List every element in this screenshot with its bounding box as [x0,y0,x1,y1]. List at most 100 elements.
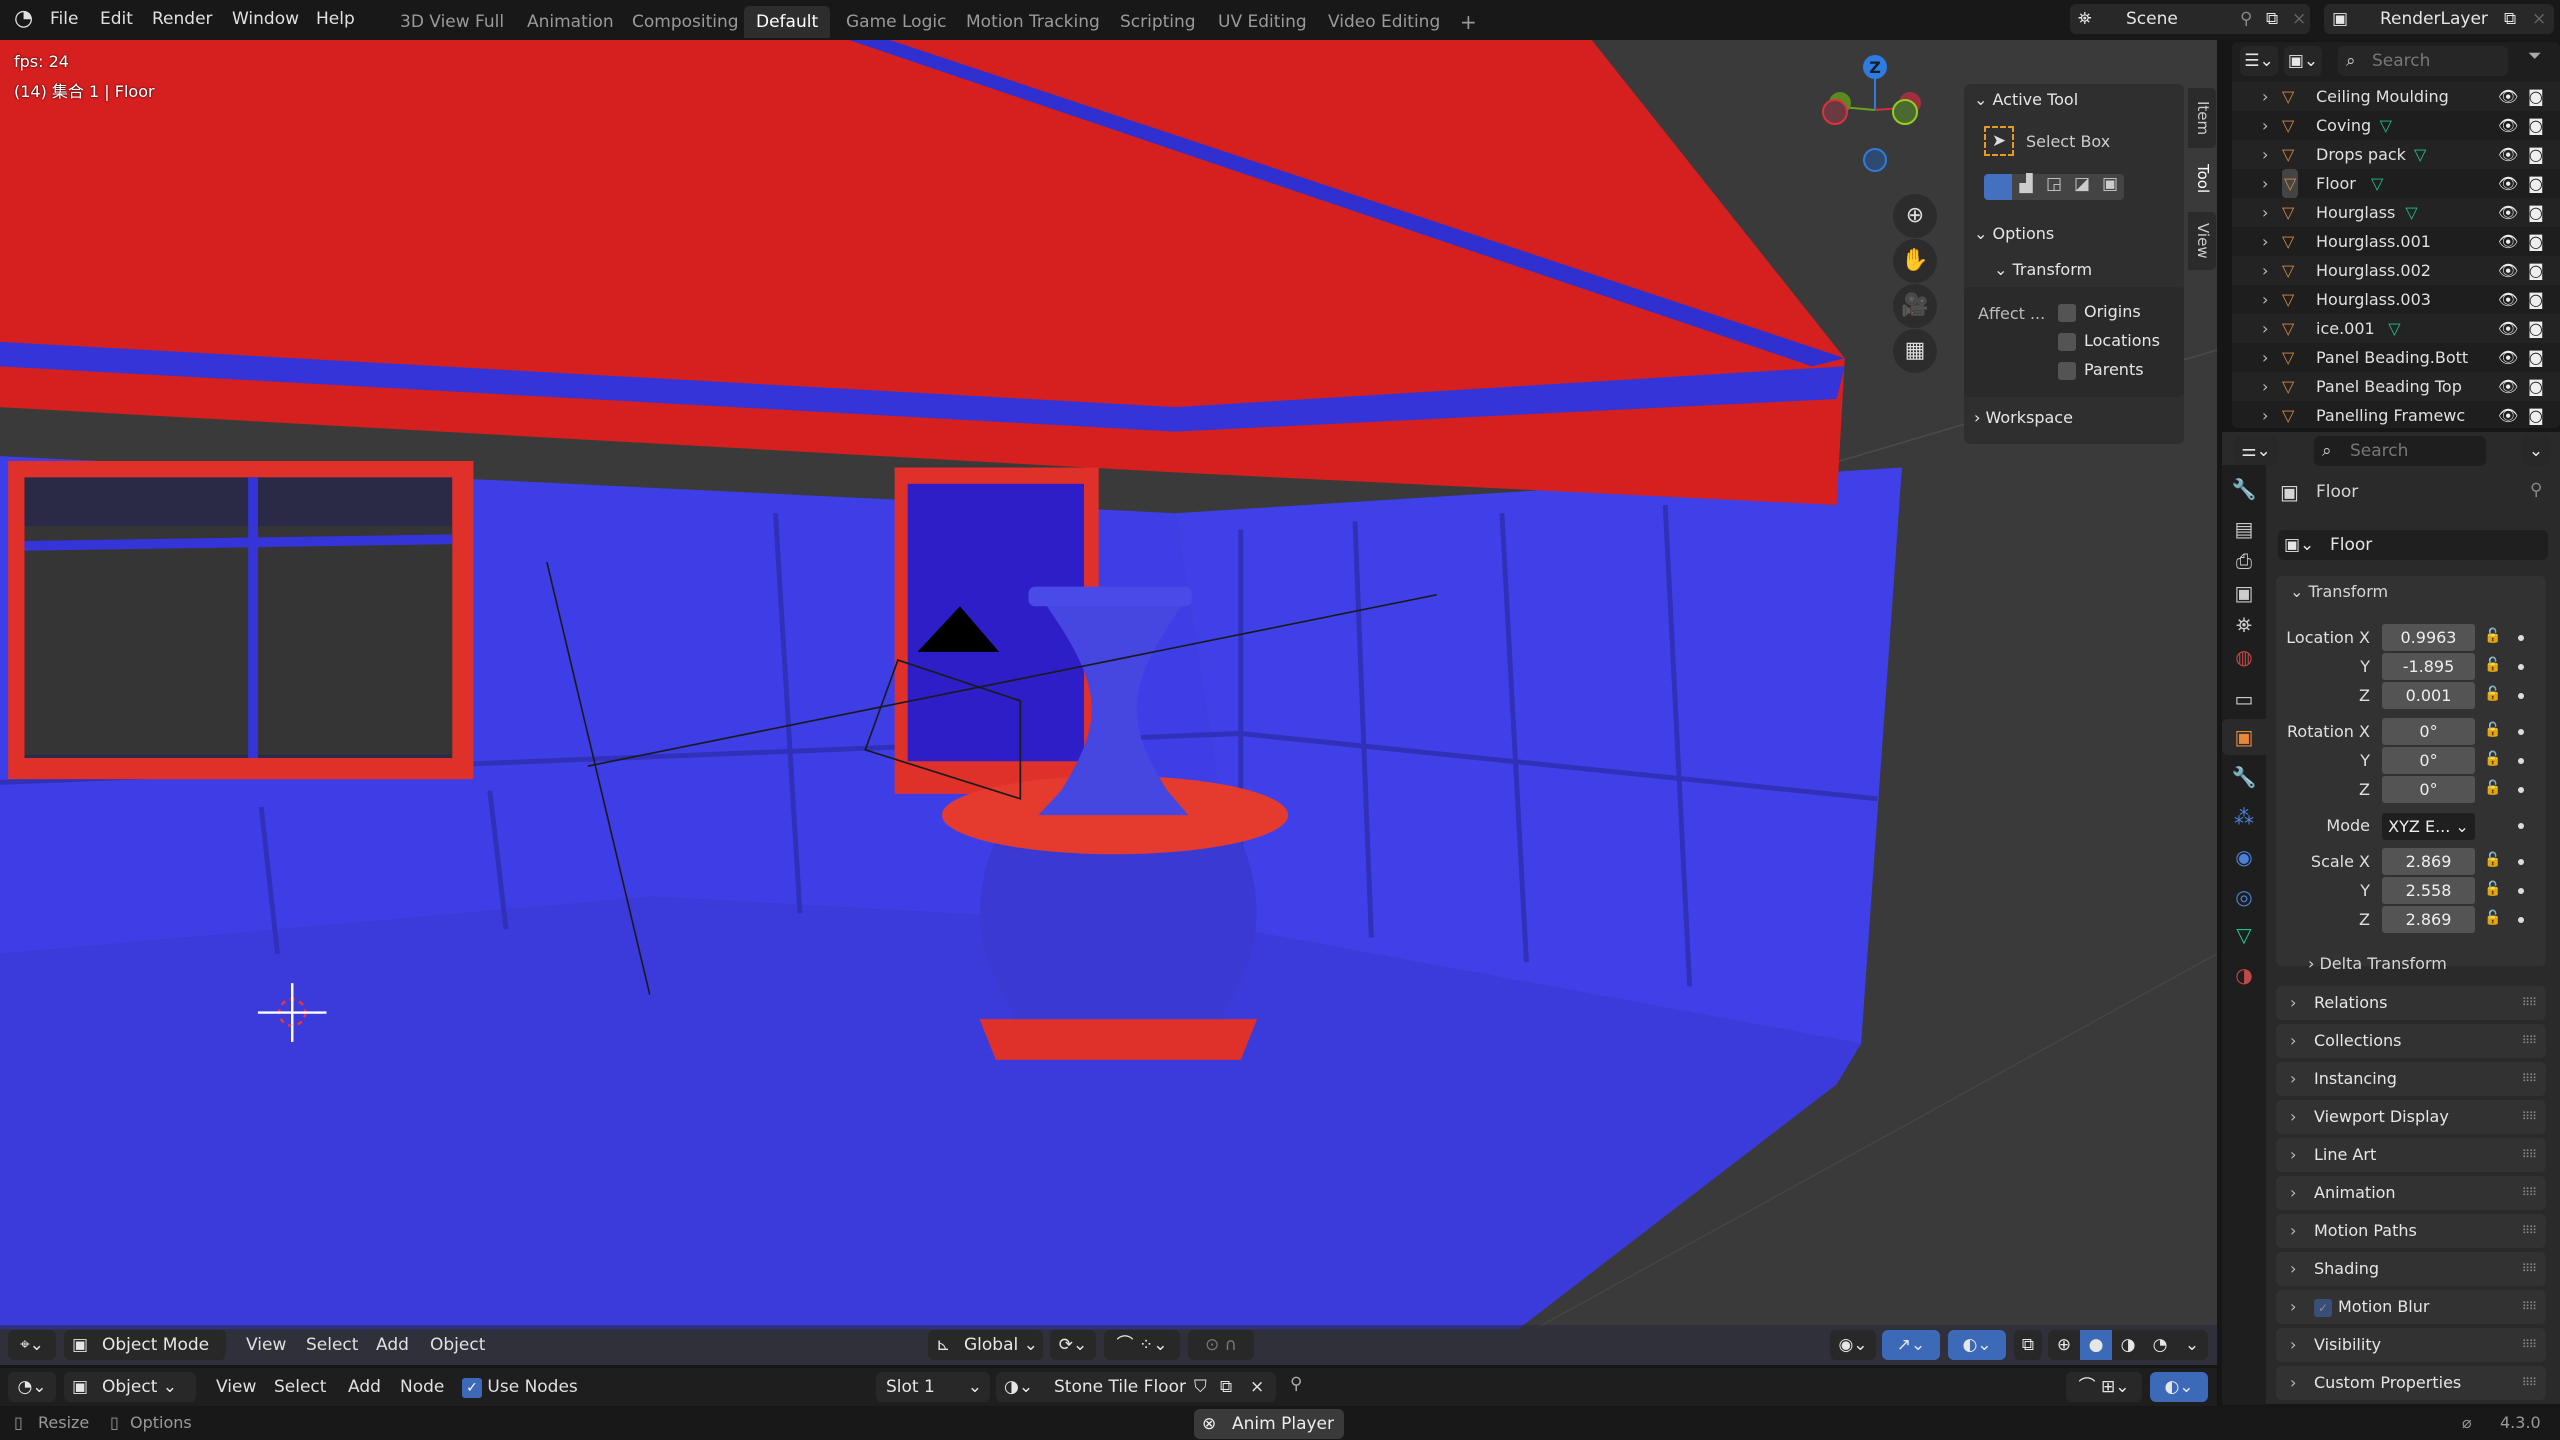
copy-icon[interactable]: ⧉ [1220,1372,1232,1402]
pin-icon[interactable]: ⚲ [2530,480,2542,500]
workspace-header[interactable]: › Workspace [1974,408,2073,427]
shader-editor-type-icon[interactable]: ◔⌄ [8,1372,56,1402]
camera-render-icon[interactable]: ◙ [2528,111,2544,140]
camera-render-icon[interactable]: ◙ [2528,372,2544,401]
tab-workspace-compositing[interactable]: Compositing [620,6,751,38]
tab-workspace-3d-view-full[interactable]: 3D View Full [388,6,516,38]
tab-workspace-animation[interactable]: Animation [515,6,626,38]
eye-visibility-icon[interactable]: 👁 [2498,372,2518,401]
checkbox-box[interactable] [2058,303,2076,322]
navigation-gizmo[interactable]: Z [1810,50,1940,180]
menu-help[interactable]: Help [316,0,355,40]
object-name[interactable]: Hourglass.002 [2316,256,2486,285]
object-name[interactable]: Hourglass [2316,198,2486,227]
eye-visibility-icon[interactable]: 👁 [2498,111,2518,140]
camera-render-icon[interactable]: ◙ [2528,169,2544,198]
unlock-icon[interactable]: 🔓 [2484,780,2501,796]
transform-panel-header[interactable]: ⌄ Transform [2290,582,2388,601]
xray-toggle-icon[interactable]: ⧉ [2014,1330,2042,1360]
panel-relations[interactable]: › Relations ⠿⠿ [2276,986,2546,1020]
checkbox-locations[interactable]: Locations [2058,331,2160,351]
tab-item[interactable]: Item [2188,88,2216,148]
outliner-row[interactable]: › ▽ Drops pack ▽ 👁 ◙ [2232,140,2560,169]
pan-hand-icon[interactable]: ✋ [1893,239,1937,283]
panel-collections[interactable]: › Collections ⠿⠿ [2276,1024,2546,1058]
overlays-toggle-icon[interactable]: ◐⌄ [2150,1372,2208,1402]
drag-grip-icon[interactable]: ⠿⠿ [2522,1214,2537,1248]
camera-render-icon[interactable]: ◙ [2528,256,2544,285]
pin-icon[interactable]: ⚲ [1290,1374,1302,1394]
object-name[interactable]: Hourglass.003 [2316,285,2486,314]
drag-grip-icon[interactable]: ⠿⠿ [2522,1366,2537,1400]
transform-subheader[interactable]: ⌄ Transform [1994,260,2092,279]
anim-player-button[interactable]: ⊗ Anim Player [1194,1409,1344,1439]
filter-icon[interactable]: ⏷ [2528,46,2542,66]
overlays-toggle-icon[interactable]: ◐⌄ [1948,1330,2006,1360]
transform-value-field[interactable]: 0° [2382,776,2475,803]
menu-file[interactable]: File [50,0,78,40]
menu-window[interactable]: Window [232,0,299,40]
drag-grip-icon[interactable]: ⠿⠿ [2522,986,2537,1020]
eye-visibility-icon[interactable]: 👁 [2498,82,2518,111]
object-datablock-field[interactable]: ▣⌄ Floor [2278,530,2548,560]
mesh-data-icon[interactable]: ▽ [2414,140,2426,169]
grid-perspective-icon[interactable]: ▦ [1893,329,1937,373]
keyframe-dot-icon[interactable] [2518,823,2524,829]
outliner-row[interactable]: › ▽ Hourglass.001 👁 ◙ [2232,227,2560,256]
close-icon[interactable]: × [2292,4,2306,34]
mesh-data-icon[interactable]: ▽ [2405,198,2417,227]
camera-render-icon[interactable]: ◙ [2528,140,2544,169]
eye-visibility-icon[interactable]: 👁 [2498,227,2518,256]
blender-logo-icon[interactable]: ◔ [14,0,33,40]
scene-selector[interactable]: ⛯ Scene ⚲ ⧉ × [2070,4,2310,34]
checkbox-box[interactable] [2058,332,2076,351]
expand-chevron-icon[interactable]: › [2262,140,2268,169]
expand-chevron-icon[interactable]: › [2262,198,2268,227]
expand-chevron-icon[interactable]: › [2262,401,2268,428]
tab-workspace-scripting[interactable]: Scripting [1108,6,1208,38]
tab-workspace-video-editing[interactable]: Video Editing [1316,6,1452,38]
shading-options-icon[interactable]: ⌄ [2176,1330,2208,1360]
expand-chevron-icon[interactable]: › [2262,111,2268,140]
camera-render-icon[interactable]: ◙ [2528,285,2544,314]
camera-icon[interactable]: 🎥 [1893,284,1937,328]
outliner-row[interactable]: › ▽ Ceiling Moulding 👁 ◙ [2232,82,2560,111]
mode-dropdown[interactable]: ▣Object Mode ⌄ [64,1330,226,1360]
mode-set-icon[interactable] [1984,174,2012,200]
mesh-data-icon[interactable]: ▽ [2380,111,2392,140]
drag-grip-icon[interactable]: ⠿⠿ [2522,1062,2537,1096]
outliner-row[interactable]: › ▽ Hourglass.003 👁 ◙ [2232,285,2560,314]
camera-render-icon[interactable]: ◙ [2528,227,2544,256]
camera-render-icon[interactable]: ◙ [2528,314,2544,343]
outliner-row[interactable]: › ▽ Panelling Framewc 👁 ◙ [2232,401,2560,428]
snap-icon[interactable]: ⌒ ⁘⌄ [1104,1330,1180,1360]
drag-grip-icon[interactable]: ⠿⠿ [2522,1024,2537,1058]
outliner-row[interactable]: › ▽ Floor ▽ 👁 ◙ [2232,169,2560,198]
object-name[interactable]: Floor [2316,169,2486,198]
add-workspace-button[interactable]: + [1448,6,1489,38]
expand-chevron-icon[interactable]: › [2262,256,2268,285]
tab-output-icon[interactable]: ⎙ [2222,543,2266,579]
object-name[interactable]: Panelling Framewc [2316,401,2486,428]
expand-chevron-icon[interactable]: › [2262,169,2268,198]
view-layer-selector[interactable]: ▣ RenderLayer ⧉ × [2324,4,2554,34]
unlock-icon[interactable]: 🔓 [2484,852,2501,868]
transform-value-field[interactable]: -1.895 [2382,653,2475,680]
keyframe-dot-icon[interactable] [2518,664,2524,670]
object-name[interactable]: Hourglass.001 [2316,227,2486,256]
tab-render-icon[interactable]: ▤ [2222,511,2266,547]
object-name[interactable]: Drops pack [2316,140,2486,169]
display-mode-icon[interactable]: ☰⌄ [2240,46,2278,76]
transform-value-field[interactable]: 0.001 [2382,682,2475,709]
shader-menu-node[interactable]: Node [400,1372,444,1402]
eye-visibility-icon[interactable]: 👁 [2498,169,2518,198]
outliner-row[interactable]: › ▽ Panel Beading.Bott 👁 ◙ [2232,343,2560,372]
panel-line-art[interactable]: › Line Art ⠿⠿ [2276,1138,2546,1172]
keyframe-dot-icon[interactable] [2518,693,2524,699]
filter-view-layer-icon[interactable]: ▣⌄ [2284,46,2322,76]
scale-value-field[interactable]: 2.558 [2382,877,2475,904]
keyframe-dot-icon[interactable] [2518,917,2524,923]
properties-editor-type-icon[interactable]: ⚌⌄ [2234,436,2278,466]
object-name[interactable]: Ceiling Moulding [2316,82,2486,111]
drag-grip-icon[interactable]: ⠿⠿ [2522,1176,2537,1210]
